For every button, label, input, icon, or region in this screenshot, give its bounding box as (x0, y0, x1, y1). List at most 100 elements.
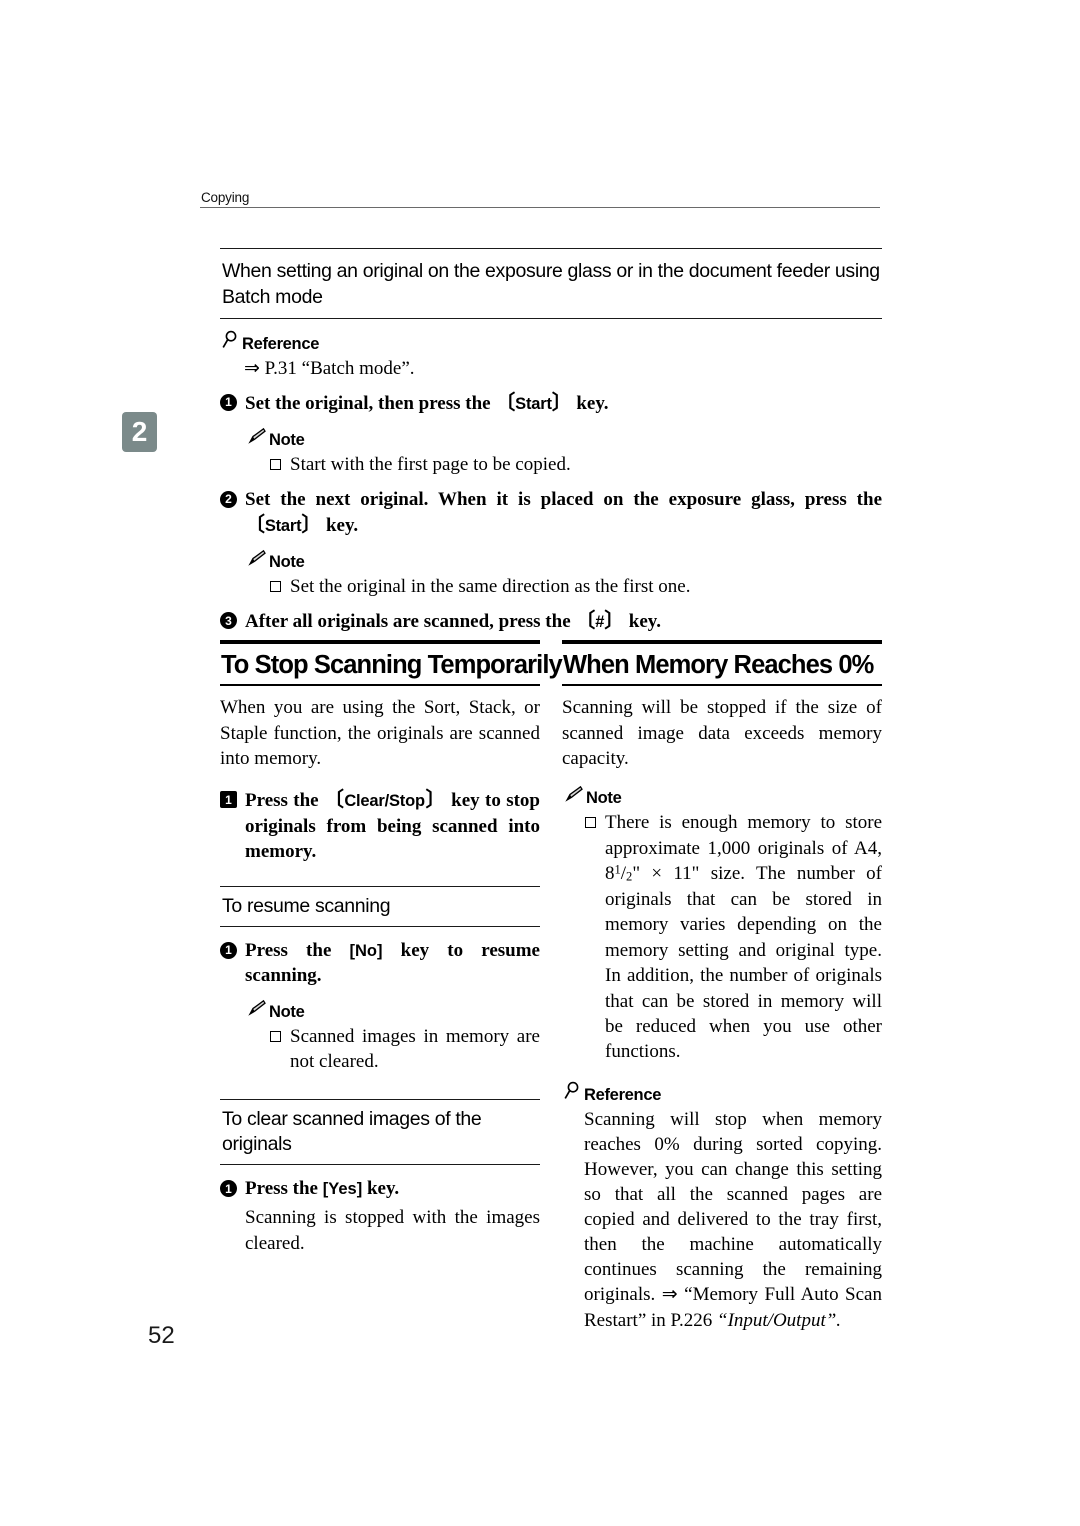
step-marker-3: 3 (220, 612, 237, 630)
left-subsection-1-rule-bottom (220, 925, 540, 927)
pencil-icon (247, 427, 266, 450)
left-sub1-step-text-before: Press the (245, 939, 350, 961)
key-start-1: 〔Start〕 (495, 391, 572, 414)
step-3-text-after: key. (624, 611, 661, 633)
key-clear-stop-label: Clear/Stop (344, 792, 425, 811)
reference-callout-label: Reference (242, 334, 320, 353)
right-reference-callout: Reference Scanning will stop when memory… (562, 1081, 882, 1333)
left-subsection-1-heading: To resume scanning (222, 894, 391, 917)
subheading-rule-bottom (220, 317, 882, 319)
note-callout-1-body: Start with the first page to be copied. (247, 450, 882, 477)
step-2-text-before: Set the next original. When it is placed… (245, 488, 882, 510)
note-item: Set the original in the same direction a… (269, 574, 882, 599)
step-1-text-after: key. (571, 392, 609, 414)
key-yes-label: Yes (328, 1180, 357, 1199)
right-section-rule-bottom (562, 684, 882, 687)
left-sub2-step-marker-1: 1 (220, 1180, 237, 1198)
right-note-header: Note (564, 785, 882, 808)
left-subsection-2-rule-bottom (220, 1164, 540, 1166)
left-section-rule-bottom (220, 684, 540, 687)
left-sub1-note-label: Note (269, 1002, 305, 1021)
pencil-icon (247, 999, 266, 1022)
note-callout-1: Note Start with the first page to be cop… (245, 427, 882, 477)
step-marker-1: 1 (220, 393, 237, 411)
chapter-tab: 2 (122, 412, 157, 452)
pencil-icon (247, 549, 266, 572)
document-page: Copying 2 When setting an original on th… (0, 0, 1080, 1526)
left-step-1: 1 Press the 〔Clear/Stop〕 key to stop orig… (220, 787, 540, 864)
right-note-callout: Note There is enough memory to store app… (562, 785, 882, 1065)
running-header-label: Copying (201, 190, 250, 205)
step-3-text-before: After all originals are scanned, press t… (245, 611, 576, 633)
note-callout-2-label: Note (269, 553, 305, 572)
left-sub2-step-1: 1 Press the [Yes] key. (220, 1176, 540, 1201)
left-subsection-2-heading: To clear scanned images of the originals (222, 1107, 482, 1156)
reference-callout-header: Reference (222, 330, 882, 354)
left-sub1-note-body: Scanned images in memory are not cleared… (247, 1022, 540, 1075)
right-intro-paragraph: Scanning will be stopped if the size of … (562, 697, 882, 769)
running-header-rule (200, 207, 880, 208)
right-note-label: Note (586, 789, 622, 808)
note-item: Scanned images in memory are not cleared… (269, 1024, 540, 1075)
reference-text-value: ⇒ P.31 “Batch mode”. (244, 357, 415, 379)
key-start-1-label: Start (515, 394, 552, 413)
left-step-marker-1: 1 (220, 791, 237, 809)
left-intro-paragraph: When you are using the Sort, Stack, or S… (220, 697, 540, 769)
section-subheading: When setting an original on the exposure… (222, 260, 880, 309)
right-section-header: When Memory Reaches 0% (562, 640, 882, 687)
right-note-part2: " × 11" size. The number of originals th… (605, 863, 882, 1063)
reference-text: ⇒ P.31 “Batch mode”. (244, 356, 882, 381)
step-2-text-after: key. (321, 514, 359, 536)
left-section-header: To Stop Scanning Temporarily (220, 640, 563, 687)
key-start-2-label: Start (264, 516, 302, 535)
right-reference-label: Reference (584, 1085, 662, 1104)
left-sub1-step-marker-1: 1 (220, 941, 237, 959)
reference-callout-body: ⇒ P.31 “Batch mode”. (222, 354, 882, 381)
note-callout-2-header: Note (247, 549, 882, 572)
left-subsection-1: To resume scanning 1 Press the [No] key t… (220, 885, 540, 1075)
step-2: 2 Set the next original. When it is place… (220, 487, 882, 538)
reference-callout: Reference ⇒ P.31 “Batch mode”. (220, 330, 882, 381)
key-no: [No] (349, 941, 383, 960)
magnifier-icon (564, 1081, 581, 1105)
page-number: 52 (148, 1322, 175, 1349)
chapter-tab-number: 2 (131, 416, 148, 447)
note-item: There is enough memory to store approxim… (584, 810, 882, 1065)
right-reference-text-plain: Scanning will stop when memory reaches 0… (584, 1108, 882, 1331)
note-callout-2: Note Set the original in the same direct… (245, 549, 882, 599)
left-section-title: To Stop Scanning Temporarily (221, 651, 563, 679)
step-marker-2: 2 (220, 490, 237, 508)
magnifier-icon (222, 330, 239, 354)
right-reference-header: Reference (564, 1081, 882, 1105)
key-no-label: No (355, 941, 378, 960)
key-clear-stop: 〔Clear/Stop〕 (323, 789, 446, 812)
note-callout-1-label: Note (269, 431, 305, 450)
top-section: When setting an original on the exposure… (220, 248, 882, 635)
step-1-text-before: Set the original, then press the (245, 392, 496, 414)
right-reference-text: Scanning will stop when memory reaches 0… (584, 1107, 882, 1333)
left-sub1-step-1: 1 Press the [No] key to resume scanning. (220, 938, 540, 988)
pencil-icon (564, 785, 583, 808)
running-header: Copying (200, 190, 880, 208)
left-subsection-2: To clear scanned images of the originals… (220, 1098, 540, 1256)
left-column: To Stop Scanning Temporarily When you ar… (220, 640, 563, 1256)
step-3: 3 After all originals are scanned, press … (220, 608, 882, 634)
left-sub2-step-body: Scanning is stopped with the images clea… (245, 1207, 540, 1254)
left-sub1-note: Note Scanned images in memory are not cl… (245, 999, 540, 1075)
note-callout-1-header: Note (247, 427, 882, 450)
note-callout-2-body: Set the original in the same direction a… (247, 572, 882, 599)
note-item: Start with the first page to be copied. (269, 452, 882, 477)
left-sub2-step-text-after: key. (362, 1178, 400, 1200)
right-section-title: When Memory Reaches 0% (563, 651, 874, 679)
left-sub1-note-header: Note (247, 999, 540, 1022)
right-note-body: There is enough memory to store approxim… (564, 808, 882, 1065)
key-start-2: 〔Start〕 (245, 513, 322, 536)
step-1: 1 Set the original, then press the 〔Start… (220, 390, 882, 416)
key-hash-label: # (595, 613, 605, 632)
right-reference-body: Scanning will stop when memory reaches 0… (564, 1105, 882, 1333)
left-sub2-step-text-before: Press the (245, 1178, 323, 1200)
key-hash: 〔#〕 (575, 610, 624, 633)
right-reference-text-italic: “Input/Output”. (717, 1309, 842, 1331)
right-note-fraction-numerator: 1 (614, 863, 621, 878)
key-yes: [Yes] (322, 1180, 363, 1199)
